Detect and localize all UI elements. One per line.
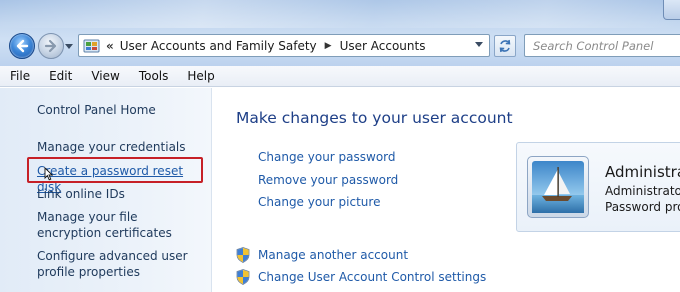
back-button[interactable] [9, 33, 35, 59]
file-encryption-certificates-link[interactable]: Manage your file encryption certificates [37, 209, 202, 241]
user-name: Administra [605, 163, 680, 181]
change-password-link[interactable]: Change your password [258, 150, 396, 164]
breadcrumb-user-accounts[interactable]: User Accounts [340, 39, 426, 53]
uac-settings-link[interactable]: Change User Account Control settings [258, 270, 486, 284]
menu-tools[interactable]: Tools [139, 69, 169, 83]
back-arrow-icon [16, 39, 29, 53]
recent-pages-dropdown[interactable] [64, 41, 74, 53]
manage-another-account-link[interactable]: Manage another account [258, 248, 408, 262]
link-online-ids-link[interactable]: Link online IDs [37, 186, 202, 202]
address-dropdown-icon[interactable] [475, 42, 483, 48]
breadcrumb-separator-icon[interactable]: ▶ [325, 41, 332, 51]
remove-password-link[interactable]: Remove your password [258, 173, 398, 187]
menu-view[interactable]: View [91, 69, 119, 83]
avatar[interactable] [527, 156, 589, 218]
window-control-button[interactable] [663, 0, 680, 20]
address-bar[interactable]: « User Accounts and Family Safety ▶ User… [78, 34, 490, 57]
user-role: Administrator [605, 184, 680, 198]
glass-reflection [0, 0, 680, 28]
uac-shield-icon [236, 269, 250, 285]
highlight-box [27, 157, 203, 183]
menu-bar: File Edit View Tools Help [0, 66, 680, 87]
uac-shield-icon [236, 247, 250, 263]
advanced-profile-properties-link[interactable]: Configure advanced user profile properti… [37, 248, 202, 280]
password-status: Password prot [605, 200, 680, 214]
search-field[interactable] [524, 34, 680, 57]
menu-help[interactable]: Help [187, 69, 214, 83]
change-picture-link[interactable]: Change your picture [258, 195, 380, 209]
control-panel-home-link[interactable]: Control Panel Home [37, 102, 202, 118]
refresh-button[interactable] [494, 35, 516, 57]
manage-credentials-link[interactable]: Manage your credentials [37, 139, 202, 155]
page-title: Make changes to your user account [236, 109, 513, 127]
mouse-cursor-icon [44, 167, 53, 181]
forward-button[interactable] [38, 33, 64, 59]
control-panel-icon [83, 39, 100, 52]
chevron-down-icon [65, 44, 73, 49]
menu-edit[interactable]: Edit [49, 69, 72, 83]
search-input[interactable] [533, 38, 673, 53]
sailboat-picture-icon [532, 161, 584, 213]
breadcrumb-family-safety[interactable]: User Accounts and Family Safety [120, 39, 317, 53]
address-overflow-chevron[interactable]: « [106, 39, 114, 53]
refresh-icon [499, 39, 511, 53]
forward-arrow-icon [44, 39, 57, 53]
menu-file[interactable]: File [10, 69, 30, 83]
